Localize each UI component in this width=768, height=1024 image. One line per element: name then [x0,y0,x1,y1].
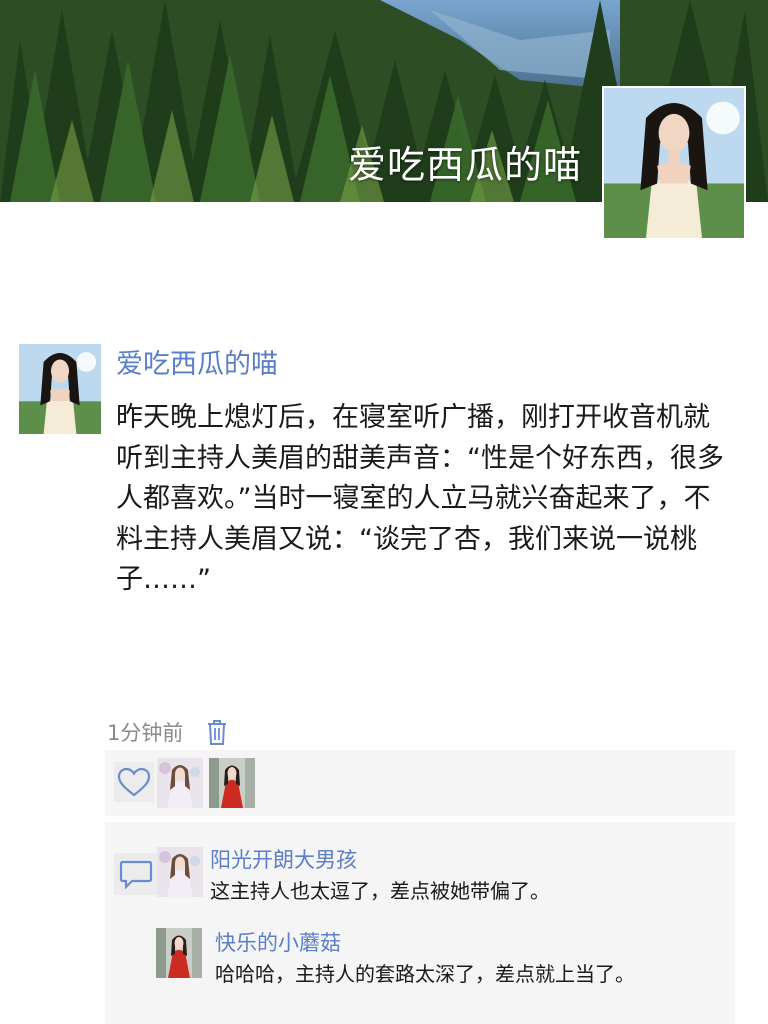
comment-text: 这主持人也太逗了，差点被她带偏了。 [210,879,550,903]
comment-author-avatar[interactable] [157,847,203,897]
profile-avatar[interactable] [602,86,746,240]
like-user-avatar[interactable] [157,758,203,808]
comment-text: 哈哈哈，主持人的套路太深了，差点就上当了。 [215,962,635,986]
girl-floral-dress-image [157,758,203,808]
post-meta-row: 1分钟前 [107,716,229,748]
girl-portrait-image [19,344,101,434]
comment-author-name[interactable]: 快乐的小蘑菇 [215,927,341,957]
likes-panel [105,750,735,816]
like-button[interactable] [114,762,154,802]
post-author-avatar[interactable] [19,344,101,434]
post-body-text: 昨天晚上熄灯后，在寝室听广播，刚打开收音机就听到主持人美眉的甜美声音：“性是个好… [116,402,724,595]
post-author-name[interactable]: 爱吃西瓜的喵 [116,342,278,381]
comment-button[interactable] [114,853,158,895]
girl-portrait-image [604,88,744,238]
comments-panel: 阳光开朗大男孩 这主持人也太逗了，差点被她带偏了。 快乐的小蘑菇 哈哈哈，主持人… [105,822,735,1024]
comment-bubble-icon [119,860,153,889]
comment-author-name[interactable]: 阳光开朗大男孩 [210,844,357,874]
girl-floral-dress-image [157,847,203,897]
comment-author-avatar[interactable] [156,928,202,978]
profile-nickname: 爱吃西瓜的喵 [347,143,582,187]
like-user-avatar[interactable] [209,758,255,808]
post-timestamp: 1分钟前 [107,721,184,745]
trash-icon[interactable] [205,717,229,747]
girl-red-dress-image [156,928,202,978]
panel-divider [105,818,735,820]
girl-red-dress-image [209,758,255,808]
heart-icon [117,767,151,797]
